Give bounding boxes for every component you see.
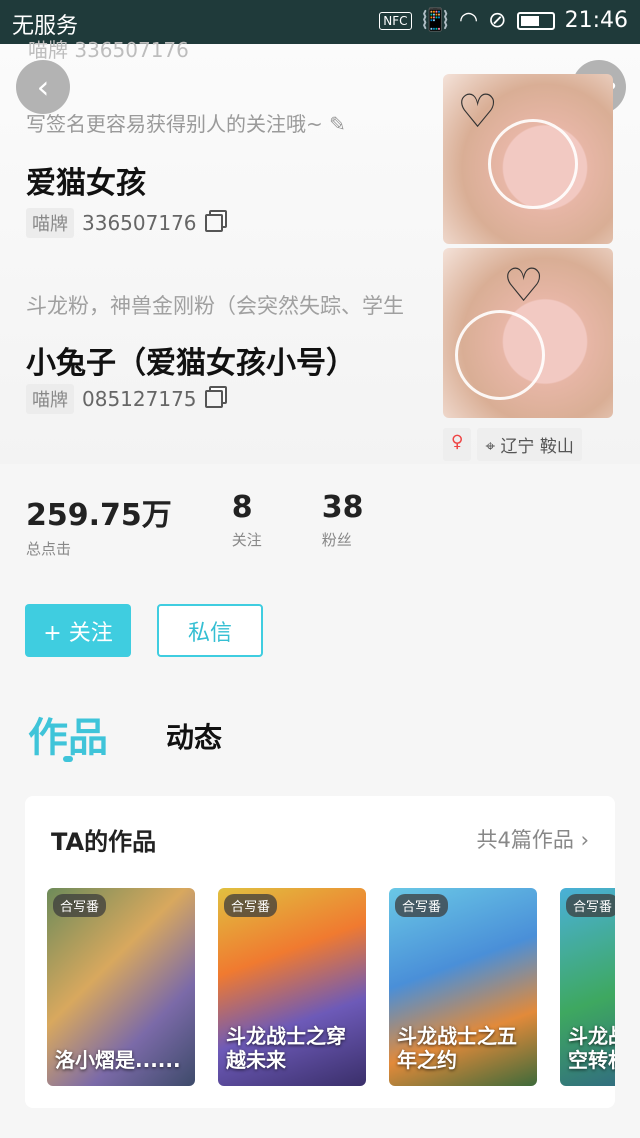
user-name: 爱猫女孩 [26, 166, 146, 201]
works-card: TA的作品 共4篇作品 › 合写番洛小熠是...... 合写番斗龙战士之穿越未来… [25, 796, 615, 1108]
no-sim-icon: ⊘ [488, 8, 507, 33]
avatar-ring [455, 310, 545, 400]
gender-icon: ♀ [443, 428, 472, 461]
signature[interactable]: 写签名更容易获得别人的关注哦~ ✎ [26, 108, 346, 137]
message-button[interactable]: 私信 [157, 604, 263, 657]
signature-line: 斗龙粉，神兽金刚粉（会突然失踪、学生 [26, 294, 404, 318]
work-badge: 合写番 [53, 894, 107, 917]
alt-user-name: 小兔子（爱猫女孩小号） [26, 346, 356, 381]
work-title: 斗龙战士之穿越未来 [226, 1024, 346, 1072]
work-title: 洛小熠是...... [55, 1048, 181, 1072]
alt-user-id-row: 喵牌 085127175 [26, 384, 223, 414]
user-id-row: 喵牌 336507176 [26, 208, 223, 238]
work-badge: 合写番 [566, 894, 615, 917]
work-title: 斗龙战士之时空转机 [568, 1024, 615, 1072]
clock: 21:46 [564, 8, 628, 33]
avatar-ring [488, 119, 578, 209]
scrolled-id-ghost: 喵牌 336507176 [28, 38, 189, 62]
alt-user-id: 085127175 [82, 387, 197, 411]
stat-value: 8 [231, 490, 253, 525]
work-badge: 合写番 [395, 894, 449, 917]
follow-button[interactable]: + 关注 [25, 604, 131, 657]
id-tag: 喵牌 [26, 208, 74, 238]
work-item[interactable]: 合写番斗龙战士之穿越未来 [218, 888, 366, 1086]
location-pin-icon: ⌖ [485, 437, 496, 457]
work-badge: 合写番 [224, 894, 278, 917]
vibrate-icon: 📳 [421, 8, 449, 33]
nfc-icon: NFC [379, 11, 412, 30]
work-item[interactable]: 合写番洛小熠是...... [47, 888, 195, 1086]
pencil-icon: ✎ [329, 112, 346, 136]
id-tag: 喵牌 [26, 384, 74, 414]
stat-clicks: 259.75万总点击 [26, 490, 172, 559]
chevron-right-icon: › [580, 828, 589, 852]
stat-value: 38 [321, 490, 364, 525]
avatar[interactable]: ♡ [443, 74, 613, 244]
work-item[interactable]: 合写番斗龙战士之五年之约 [389, 888, 537, 1086]
works-count: 共4篇作品 [476, 828, 574, 852]
battery-icon [516, 11, 555, 30]
works-list: 合写番 洛小熠是...... 合写番 斗龙战士之穿越未来 合写番 斗龙战士之五年之约 … [47, 888, 615, 1088]
stat-label: 粉丝 [321, 531, 352, 549]
copy-icon[interactable] [204, 214, 223, 232]
copy-icon[interactable] [204, 390, 223, 408]
work-title: 斗龙战士之五年之约 [397, 1024, 517, 1072]
chevron-left-icon: ‹ [36, 68, 50, 106]
user-id: 336507176 [82, 211, 197, 235]
status-icons: NFC 📳 ◠ ⊘ 21:46 [379, 8, 628, 33]
wifi-icon: ◠ [458, 8, 479, 33]
stats-row: 259.75万总点击 8 关注 38 粉丝 [26, 490, 424, 559]
avatar-secondary[interactable]: ♡ [443, 248, 613, 418]
works-count-link[interactable]: 共4篇作品 › [477, 824, 589, 854]
back-button[interactable]: ‹ [16, 60, 70, 114]
location-badge: ⌖ 辽宁 鞍山 [477, 428, 582, 461]
tab-works[interactable]: 作品 [28, 705, 108, 763]
stat-label: 关注 [231, 531, 262, 549]
stat-value: 259.75万 [26, 498, 172, 533]
works-card-title: TA的作品 [51, 828, 157, 856]
tab-activity[interactable]: 动态 [166, 716, 222, 756]
heart-icon: ♡ [457, 84, 499, 138]
location-text: 辽宁 鞍山 [500, 437, 574, 457]
stat-fans[interactable]: 38 粉丝 [322, 490, 364, 559]
stat-label: 总点击 [26, 540, 72, 558]
stat-following[interactable]: 8 关注 [232, 490, 262, 559]
profile-chips: ♀ ⌖ 辽宁 鞍山 [443, 428, 582, 461]
heart-icon: ♡ [503, 258, 545, 312]
tab-indicator [63, 756, 73, 762]
work-item[interactable]: 合写番斗龙战士之时空转机 [560, 888, 615, 1086]
signature-text: 写签名更容易获得别人的关注哦~ [26, 112, 323, 136]
